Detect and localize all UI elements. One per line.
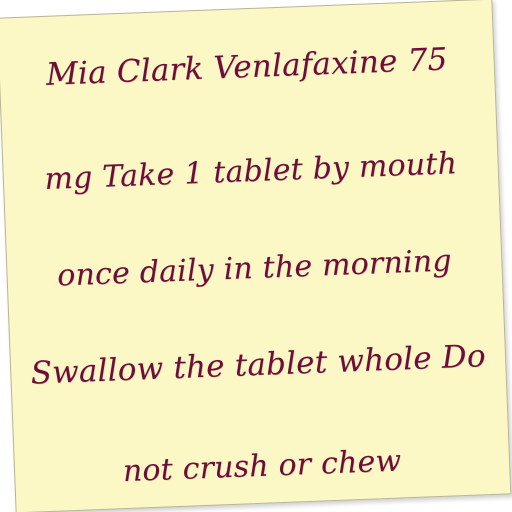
note-line-2: mg Take 1 tablet by mouth	[43, 146, 458, 197]
note-line-5: not crush or chew	[122, 443, 402, 490]
photo-stage: Mia Clark Venlafaxine 75 mg Take 1 table…	[0, 0, 512, 512]
note-line-4: Swallow the tablet whole Do	[30, 338, 487, 392]
sticky-note: Mia Clark Venlafaxine 75 mg Take 1 table…	[0, 0, 512, 512]
note-line-3: once daily in the morning	[56, 243, 453, 294]
note-line-1: Mia Clark Venlafaxine 75	[45, 41, 449, 93]
